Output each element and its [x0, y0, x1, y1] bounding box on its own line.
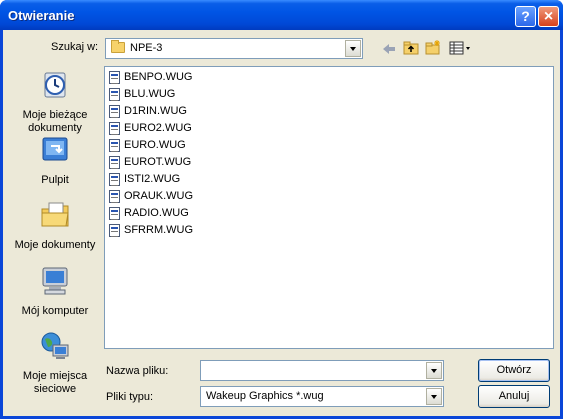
title-bar[interactable]: Otwieranie ? × — [0, 0, 563, 30]
my-computer-icon — [42, 267, 68, 295]
chevron-down-icon[interactable] — [426, 362, 442, 379]
place-label: Moje miejsca sieciowe — [22, 370, 88, 395]
cancel-button[interactable]: Anuluj — [478, 385, 550, 408]
document-icon — [109, 139, 120, 152]
document-icon — [109, 156, 120, 169]
place-label: Mój komputer — [21, 305, 89, 317]
file-name: EURO.WUG — [124, 139, 186, 151]
document-icon — [109, 207, 120, 220]
view-menu-icon[interactable] — [448, 39, 472, 57]
file-name: SFRRM.WUG — [124, 224, 194, 236]
file-name: D1RIN.WUG — [124, 105, 187, 117]
up-folder-icon[interactable] — [402, 39, 420, 57]
open-dialog-window: Otwieranie ? × Szukaj w: NPE-3 Moje bież… — [0, 0, 563, 419]
file-type-select[interactable]: Wakeup Graphics *.wug — [200, 386, 444, 407]
chevron-down-icon[interactable] — [426, 388, 442, 405]
close-button[interactable]: × — [538, 6, 559, 27]
file-name: ORAUK.WUG — [124, 190, 194, 202]
document-icon — [109, 173, 120, 186]
file-name-label: Nazwa pliku: — [106, 365, 169, 377]
window-title: Otwieranie — [8, 8, 75, 23]
my-documents-icon — [41, 202, 69, 227]
file-type-value: Wakeup Graphics *.wug — [206, 390, 324, 402]
desktop-icon — [42, 137, 68, 161]
place-recent-documents[interactable]: Moje bieżące dokumenty — [12, 69, 98, 135]
place-label: Moje bieżące dokumenty — [22, 109, 88, 134]
folder-icon — [111, 40, 125, 53]
place-network-places[interactable]: Moje miejsca sieciowe — [12, 330, 98, 396]
document-icon — [109, 71, 120, 84]
file-name-combo[interactable] — [200, 360, 444, 381]
network-places-icon — [41, 332, 69, 359]
dialog-client-area: Szukaj w: NPE-3 Moje bieżące dokumenty P… — [3, 30, 560, 416]
place-label: Pulpit — [41, 174, 69, 186]
recent-documents-icon — [44, 72, 66, 98]
document-icon — [109, 105, 120, 118]
help-button[interactable]: ? — [515, 6, 536, 27]
document-icon — [109, 224, 120, 237]
look-in-label: Szukaj w: — [51, 41, 99, 53]
file-name: RADIO.WUG — [124, 207, 189, 219]
file-type-label: Pliki typu: — [106, 391, 154, 403]
file-name-input[interactable] — [203, 362, 429, 378]
file-list[interactable]: BENPO.WUG BLU.WUG D1RIN.WUG EURO2.WUG EU… — [104, 66, 554, 349]
document-icon — [109, 122, 120, 135]
places-bar: Moje bieżące dokumenty Pulpit Moje dokum… — [12, 66, 98, 396]
place-label: Moje dokumenty — [14, 239, 96, 251]
look-in-value: NPE-3 — [130, 42, 163, 54]
file-name: ISTI2.WUG — [124, 173, 181, 185]
file-name: EURO2.WUG — [124, 122, 192, 134]
place-my-computer[interactable]: Mój komputer — [12, 265, 98, 318]
file-name: BLU.WUG — [124, 88, 176, 100]
file-name: BENPO.WUG — [124, 71, 193, 83]
document-icon — [109, 88, 120, 101]
file-name: EUROT.WUG — [124, 156, 192, 168]
place-my-documents[interactable]: Moje dokumenty — [12, 199, 98, 252]
chevron-down-icon[interactable] — [345, 40, 361, 57]
document-icon — [109, 190, 120, 203]
new-folder-icon[interactable] — [424, 39, 442, 57]
open-button[interactable]: Otwórz — [478, 359, 550, 382]
look-in-combo[interactable]: NPE-3 — [105, 38, 363, 59]
back-arrow-icon[interactable] — [380, 40, 398, 58]
place-desktop[interactable]: Pulpit — [12, 134, 98, 187]
